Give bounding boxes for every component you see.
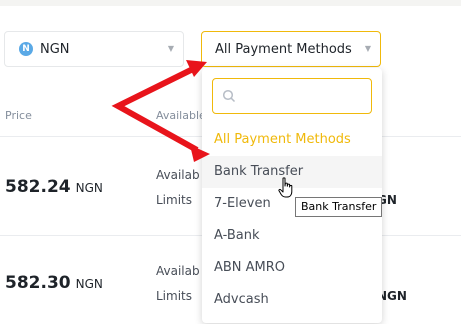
annotation-arrows bbox=[111, 60, 210, 162]
annotation-arrowhead bbox=[190, 145, 210, 162]
annotation-arrow-line bbox=[111, 64, 199, 153]
